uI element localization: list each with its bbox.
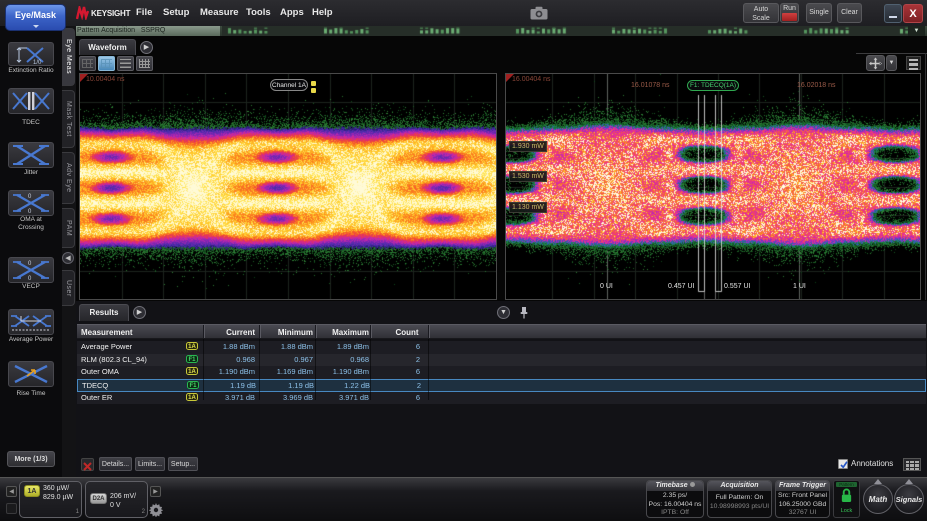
svg-text:0: 0 [28, 209, 32, 215]
svg-text:1/0: 1/0 [33, 60, 42, 66]
svg-text:0: 0 [28, 261, 32, 267]
svg-text:0: 0 [28, 194, 32, 200]
svg-text:0: 0 [28, 276, 32, 282]
